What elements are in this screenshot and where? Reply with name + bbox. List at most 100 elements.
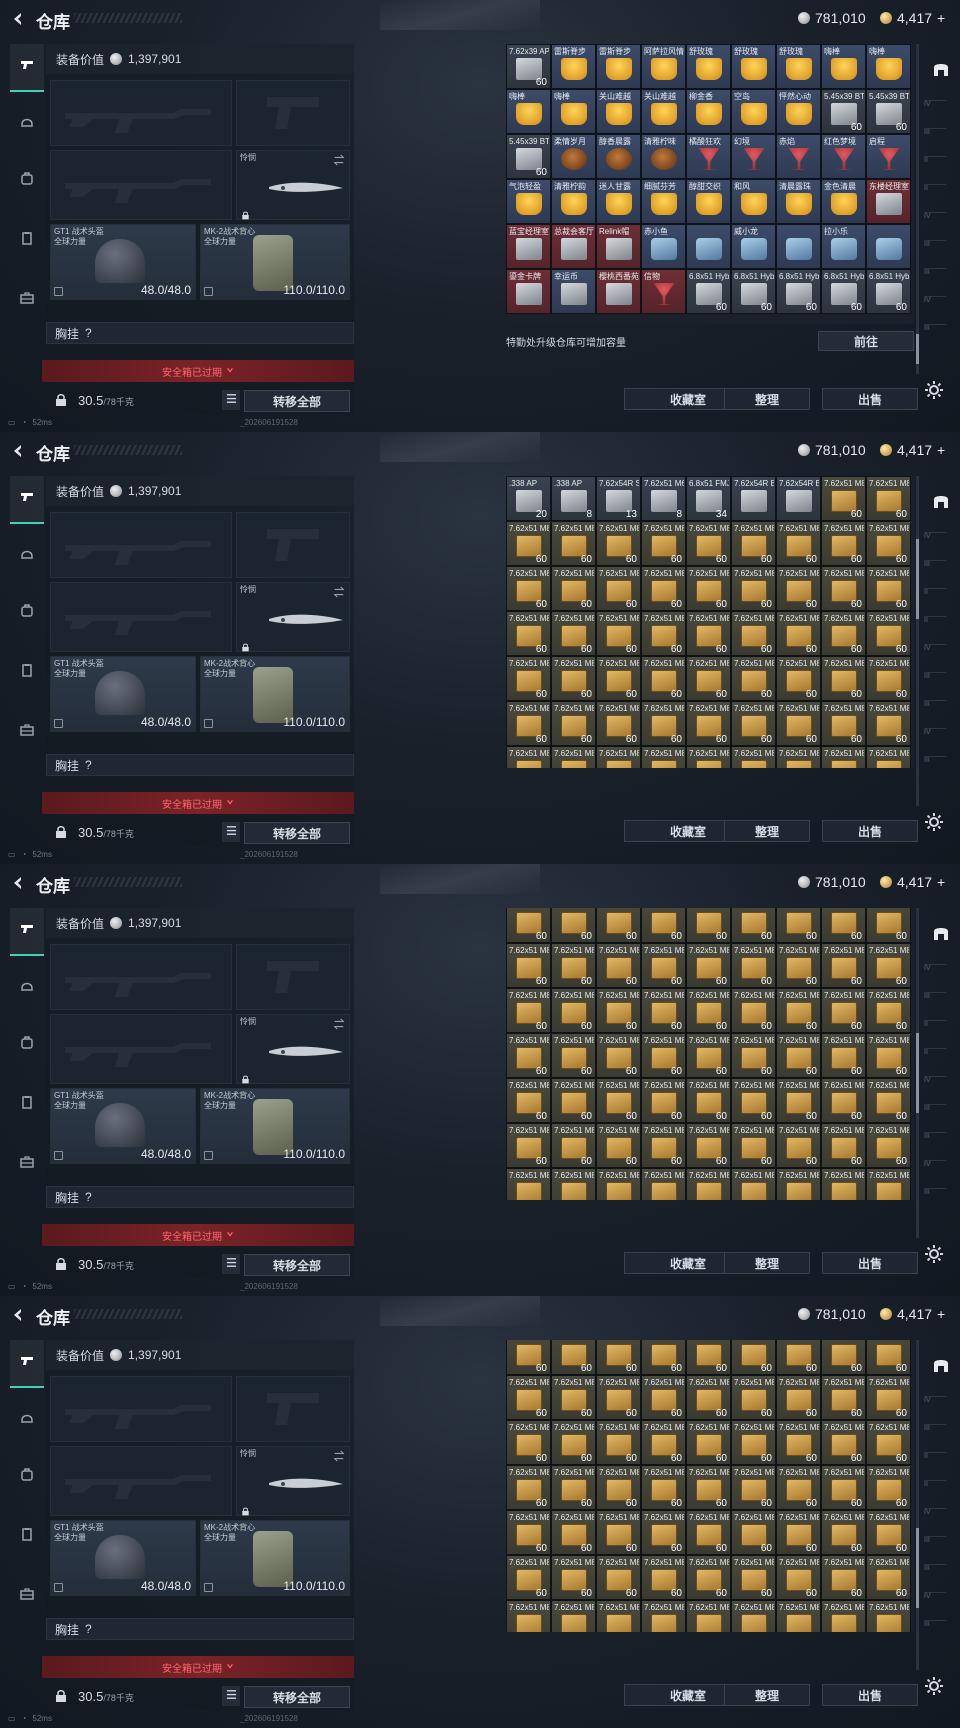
storage-tier-tab[interactable]: II bbox=[924, 1480, 946, 1492]
storage-item[interactable]: 7.62x51 M8060 bbox=[506, 1600, 551, 1632]
sidearm-slot[interactable] bbox=[236, 944, 350, 1010]
storage-item[interactable]: 樱桃西番苑 bbox=[596, 269, 641, 314]
rail-item-backpack[interactable] bbox=[10, 1452, 44, 1500]
storage-item[interactable]: 关山难越 bbox=[596, 89, 641, 134]
storage-item[interactable]: 7.62x51 M8060 bbox=[551, 521, 596, 566]
gold-add-plus[interactable]: + bbox=[937, 442, 945, 458]
rail-item-armor[interactable] bbox=[10, 964, 44, 1012]
storage-item[interactable]: .338 AP 20 bbox=[506, 476, 551, 521]
storage-item[interactable]: 7.62x51 M8060 bbox=[686, 1600, 731, 1632]
storage-item[interactable]: 醇甜交织 bbox=[686, 179, 731, 224]
storage-tier-tab[interactable]: IV bbox=[924, 644, 946, 656]
storage-item[interactable]: .338 AP 8 bbox=[551, 476, 596, 521]
storage-tier-tab[interactable]: IV bbox=[924, 1508, 946, 1520]
storage-item[interactable]: 7.62x51 M8060 bbox=[551, 1420, 596, 1465]
storage-item[interactable]: 7.62x51 M8060 bbox=[506, 1033, 551, 1078]
storage-item[interactable]: 7.62x51 M8060 bbox=[686, 1168, 731, 1200]
storage-item[interactable]: 6.8x51 Hybrid 60 bbox=[731, 269, 776, 314]
storage-item[interactable]: 7.62x51 M8060 bbox=[596, 1600, 641, 1632]
storage-item[interactable]: 7.62x51 M8060 bbox=[731, 1510, 776, 1555]
rail-item-tasks[interactable] bbox=[10, 1080, 44, 1128]
safe-box-expired-banner[interactable]: 安全箱已过期 bbox=[42, 792, 354, 814]
storage-item[interactable]: 7.62x51 M8060 bbox=[866, 656, 911, 701]
list-view-button[interactable] bbox=[222, 822, 240, 842]
sidearm-slot[interactable] bbox=[236, 512, 350, 578]
storage-tier-tab[interactable]: III bbox=[924, 560, 946, 572]
storage-item[interactable]: 7.62x51 M8060 bbox=[686, 1033, 731, 1078]
storage-item[interactable]: 7.62x51 M8060 bbox=[506, 611, 551, 656]
storage-tier-tab[interactable]: III bbox=[924, 268, 946, 280]
storage-tier-tab[interactable]: II bbox=[924, 1020, 946, 1032]
storage-item[interactable]: 7.62x51 M8060 bbox=[686, 566, 731, 611]
storage-item[interactable]: 雷斯脊步 bbox=[551, 44, 596, 89]
storage-item[interactable]: 7.62x51 M8060 bbox=[821, 1420, 866, 1465]
gear-icon[interactable] bbox=[924, 380, 944, 400]
armor-slot[interactable]: MK-2战术背心 全球力量 110.0/110.0 bbox=[200, 224, 350, 300]
scrollbar-thumb[interactable] bbox=[916, 334, 919, 364]
storage-item[interactable]: 威小龙 bbox=[731, 224, 776, 269]
storage-item[interactable]: 7.62x51 M8060 bbox=[866, 701, 911, 746]
swap-icon[interactable] bbox=[333, 585, 345, 603]
storage-item[interactable]: 东楼经理室 bbox=[866, 179, 911, 224]
storage-item[interactable]: 7.62x51 M8060 bbox=[821, 1555, 866, 1600]
storage-item[interactable]: 7.62x51 M8060 bbox=[641, 566, 686, 611]
gold-currency[interactable]: 4,417 + bbox=[880, 874, 945, 890]
storage-item[interactable]: 7.62x51 M8060 bbox=[821, 656, 866, 701]
storage-item[interactable]: 7.62x51 M8060 bbox=[551, 746, 596, 768]
sort-button[interactable]: 整理 bbox=[724, 1252, 810, 1274]
storage-item[interactable]: 7.62x51 M8060 bbox=[731, 746, 776, 768]
chest-rig-slot[interactable]: 胸挂? bbox=[46, 322, 354, 344]
storage-item[interactable]: 7.62x51 M8060 bbox=[686, 1420, 731, 1465]
storage-item[interactable]: 7.62x51 M8060 bbox=[596, 566, 641, 611]
storage-tier-tab[interactable]: III bbox=[924, 240, 946, 252]
storage-item[interactable]: 7.62x51 M8060 bbox=[686, 1465, 731, 1510]
storage-item[interactable]: 7.62x51 M8060 bbox=[641, 1510, 686, 1555]
storage-item[interactable]: 7.62x39 AP 60 bbox=[506, 44, 551, 89]
storage-item[interactable]: 7.62x51 M8060 bbox=[821, 1078, 866, 1123]
storage-item[interactable]: 7.62x51 M8060 bbox=[686, 521, 731, 566]
storage-item[interactable]: 7.62x51 M8060 bbox=[821, 1465, 866, 1510]
rail-item-cases[interactable] bbox=[10, 1572, 44, 1620]
storage-item[interactable]: 7.62x51 M8060 bbox=[596, 908, 641, 943]
storage-item[interactable]: 7.62x51 M8060 bbox=[821, 1510, 866, 1555]
storage-item[interactable]: 7.62x51 M8060 bbox=[551, 988, 596, 1033]
storage-item[interactable]: 和风 bbox=[731, 179, 776, 224]
storage-item[interactable]: 7.62x51 M8060 bbox=[731, 1600, 776, 1632]
secondary-weapon-slot[interactable] bbox=[50, 1446, 232, 1516]
secondary-weapon-slot[interactable] bbox=[50, 582, 232, 652]
storage-tier-tab[interactable]: III bbox=[924, 672, 946, 684]
storage-item[interactable]: 7.62x51 M8060 bbox=[731, 566, 776, 611]
storage-tier-tab[interactable]: II bbox=[924, 588, 946, 600]
storage-item[interactable]: 7.62x51 M8060 bbox=[686, 701, 731, 746]
storage-item[interactable] bbox=[776, 224, 821, 269]
storage-item[interactable]: 雷斯脊步 bbox=[596, 44, 641, 89]
storage-tier-tab[interactable]: II bbox=[924, 616, 946, 628]
storage-item[interactable]: 7.62x51 M8060 bbox=[506, 908, 551, 943]
storage-item[interactable]: 7.62x51 M8060 bbox=[596, 1420, 641, 1465]
storage-item[interactable]: 7.62x51 M8060 bbox=[551, 1340, 596, 1375]
storage-item[interactable]: 7.62x51 M8060 bbox=[821, 908, 866, 943]
gold-currency[interactable]: 4,417 + bbox=[880, 442, 945, 458]
helmet-slot[interactable]: GT1 战术头盔 全球力量 48.0/48.0 bbox=[50, 1088, 196, 1164]
storage-item[interactable]: 7.62x51 M8060 bbox=[821, 521, 866, 566]
storage-item[interactable]: 7.62x51 M8060 bbox=[866, 521, 911, 566]
rail-item-weapons[interactable] bbox=[10, 44, 44, 92]
storage-item[interactable]: 7.62x51 M8060 bbox=[506, 1123, 551, 1168]
storage-item[interactable]: 7.62x51 M8060 bbox=[641, 701, 686, 746]
rail-item-armor[interactable] bbox=[10, 100, 44, 148]
gold-add-plus[interactable]: + bbox=[937, 1306, 945, 1322]
sidearm-slot[interactable] bbox=[236, 80, 350, 146]
storage-item[interactable]: 7.62x51 M8060 bbox=[641, 1420, 686, 1465]
storage-item[interactable]: 怦然心动 bbox=[776, 89, 821, 134]
storage-item[interactable]: 7.62x51 M8060 bbox=[596, 943, 641, 988]
rail-item-backpack[interactable] bbox=[10, 588, 44, 636]
storage-item[interactable]: 7.62x51 M8060 bbox=[776, 908, 821, 943]
storage-item[interactable]: 7.62x51 M62 8 bbox=[641, 476, 686, 521]
storage-item[interactable]: 7.62x51 M8060 bbox=[686, 656, 731, 701]
storage-item[interactable]: 7.62x51 M8060 bbox=[641, 1078, 686, 1123]
storage-item[interactable]: 金色清晨 bbox=[821, 179, 866, 224]
storage-item[interactable]: 7.62x51 M8060 bbox=[506, 521, 551, 566]
storage-item[interactable]: 7.62x51 M8060 bbox=[641, 1555, 686, 1600]
storage-item[interactable]: 7.62x51 M8060 bbox=[866, 1555, 911, 1600]
back-arrow-icon[interactable] bbox=[10, 443, 26, 459]
